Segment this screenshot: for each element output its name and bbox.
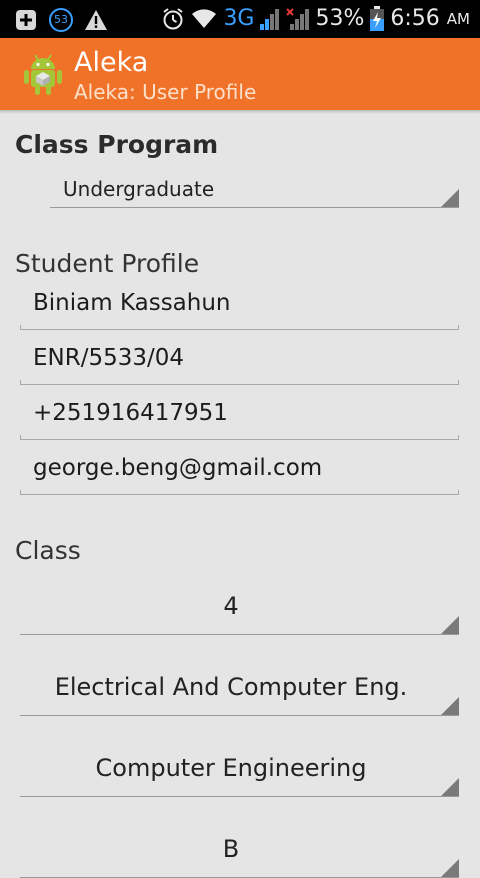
add-notification-icon [16,10,36,30]
email-value: george.beng@gmail.com [33,455,323,481]
dropdown-arrow-icon [441,189,459,207]
dropdown-arrow-icon [441,859,459,877]
action-bar: Aleka Aleka: User Profile [0,38,480,110]
battery-percent: 53% [315,6,365,31]
field-underline-tick [20,380,21,385]
dropdown-arrow-icon [441,778,459,796]
no-signal-icon [286,8,310,30]
class-year-value: 4 [223,592,239,620]
faculty-value: Electrical And Computer Eng. [54,673,408,701]
warning-icon [85,10,107,30]
student-name-value: Biniam Kassahun [33,290,231,316]
student-id-value: ENR/5533/04 [33,345,185,371]
network-type: 3G [223,6,255,31]
field-underline [20,439,459,440]
field-underline-tick [20,435,21,440]
student-id-field[interactable]: ENR/5533/04 [20,339,459,385]
dropdown-arrow-icon [441,697,459,715]
status-bar: 53 3G 53% 6:56 AM [0,0,480,38]
faculty-spinner[interactable]: Electrical And Computer Eng. [20,666,459,716]
wifi-icon [192,9,217,28]
class-year-spinner[interactable]: 4 [20,585,459,635]
action-bar-shadow [0,110,480,114]
status-bar-left: 53 [14,7,108,33]
class-program-spinner[interactable]: Undergraduate [50,170,459,208]
field-underline-tick [20,490,21,495]
class-heading: Class [15,536,81,565]
app-title: Aleka [74,47,149,78]
clock-time: 6:56 [390,6,440,31]
clock-am-pm: AM [446,10,470,28]
field-underline [20,329,459,330]
field-underline-tick [20,325,21,330]
field-underline [20,384,459,385]
student-name-field[interactable]: Biniam Kassahun [20,284,459,330]
signal-strength-icon [260,9,280,30]
field-underline [20,494,459,495]
class-program-heading: Class Program [15,130,219,159]
field-underline-tick [458,325,459,330]
field-underline-tick [458,490,459,495]
department-value: Computer Engineering [95,754,367,782]
student-profile-heading: Student Profile [15,249,200,278]
email-field[interactable]: george.beng@gmail.com [20,449,459,495]
battery-charging-icon [370,6,385,31]
alarm-clock-icon [163,8,184,30]
section-value: B [222,835,240,863]
phone-value: +251916417951 [33,400,228,426]
android-robot-icon[interactable] [22,52,64,96]
app-subtitle: Aleka: User Profile [74,80,257,104]
field-underline-tick [458,380,459,385]
notification-count: 53 [54,13,68,26]
dropdown-arrow-icon [441,616,459,634]
notification-count-icon: 53 [48,7,74,33]
department-spinner[interactable]: Computer Engineering [20,747,459,797]
field-underline-tick [458,435,459,440]
class-program-value: Undergraduate [63,177,215,201]
section-spinner[interactable]: B [20,828,459,878]
phone-field[interactable]: +251916417951 [20,394,459,440]
status-bar-right: 3G 53% 6:56 AM [161,4,470,34]
